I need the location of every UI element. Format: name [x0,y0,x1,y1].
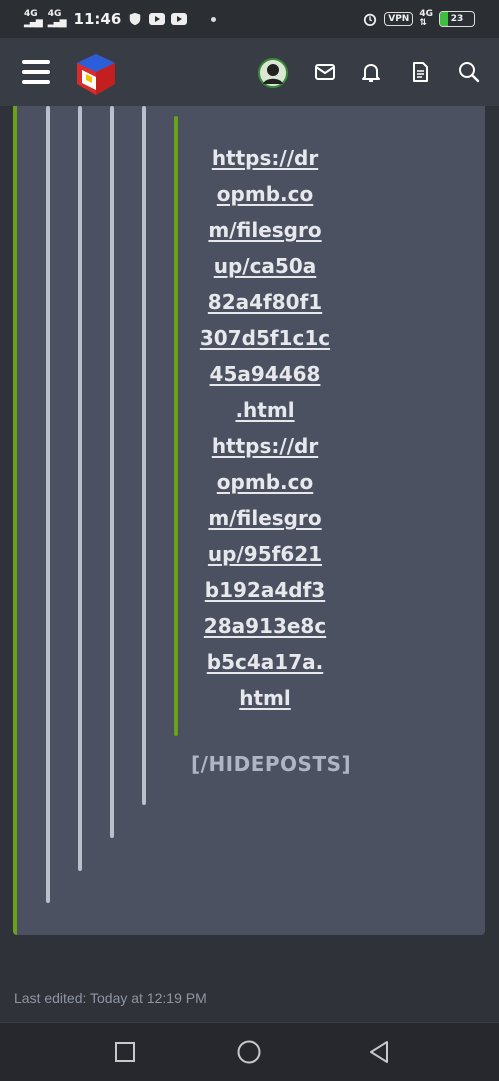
post-card: https://dr opmb.co m/filesgro up/ca50a 8… [13,106,485,935]
back-icon[interactable] [366,1039,392,1065]
avatar[interactable] [258,58,288,88]
alarm-icon [364,13,377,26]
signal-icon: 4G ▂▄▆ [24,9,43,28]
last-edited-text: Last edited: Today at 12:19 PM [14,990,207,1006]
signal-icon-2: 4G ▂▄▆ [47,9,67,28]
link-text: 45a94468 [209,362,321,386]
vpn-badge: VPN [384,12,414,26]
hideposts-tag: [/HIDEPOSTS] [191,752,352,776]
youtube-icon-2 [171,13,188,25]
shield-icon [130,12,141,26]
download-link-2[interactable]: https://dr opmb.co m/filesgro up/95f621 … [195,428,335,716]
link-text: 28a913e8c [203,614,327,638]
quote-line-4 [142,106,146,805]
home-icon[interactable] [236,1039,262,1065]
link-text: up/ca50a [213,254,317,278]
status-bar: 4G ▂▄▆ 4G ▂▄▆ 11:46 VPN 4G ⇅ 23 [0,0,499,38]
quote-line-2 [78,106,82,871]
system-nav-bar [0,1022,499,1081]
status-time: 11:46 [73,10,122,28]
link-text: https://dr [211,434,319,458]
spoiler-line [174,116,178,736]
notification-dot [211,16,217,22]
site-logo[interactable] [72,50,120,98]
quote-line-1 [46,106,50,903]
youtube-icon [149,13,166,25]
link-text: html [239,686,291,710]
menu-icon[interactable] [22,60,50,84]
network-icon: 4G ⇅ [419,9,433,28]
document-icon[interactable] [408,60,432,84]
link-text: b192a4df3 [204,578,326,602]
link-text: 82a4f80f1 [207,290,323,314]
recent-apps-icon[interactable] [112,1039,138,1065]
link-text: opmb.co [216,182,314,206]
link-text: m/filesgro [208,218,322,242]
link-text: .html [235,398,295,422]
bell-icon[interactable] [359,60,383,84]
battery-icon: 23 [439,11,475,27]
search-icon[interactable] [457,60,481,84]
links-block: https://dr opmb.co m/filesgro up/ca50a 8… [195,140,335,716]
link-text: b5c4a17a. [206,650,324,674]
link-text: m/filesgro [208,506,322,530]
app-header [0,38,499,106]
quote-line-3 [110,106,114,838]
link-text: opmb.co [216,470,314,494]
download-link-1[interactable]: https://dr opmb.co m/filesgro up/ca50a 8… [195,140,335,428]
link-text: 307d5f1c1c [199,326,331,350]
link-text: https://dr [211,146,319,170]
mail-icon[interactable] [313,60,337,84]
link-text: up/95f621 [207,542,323,566]
